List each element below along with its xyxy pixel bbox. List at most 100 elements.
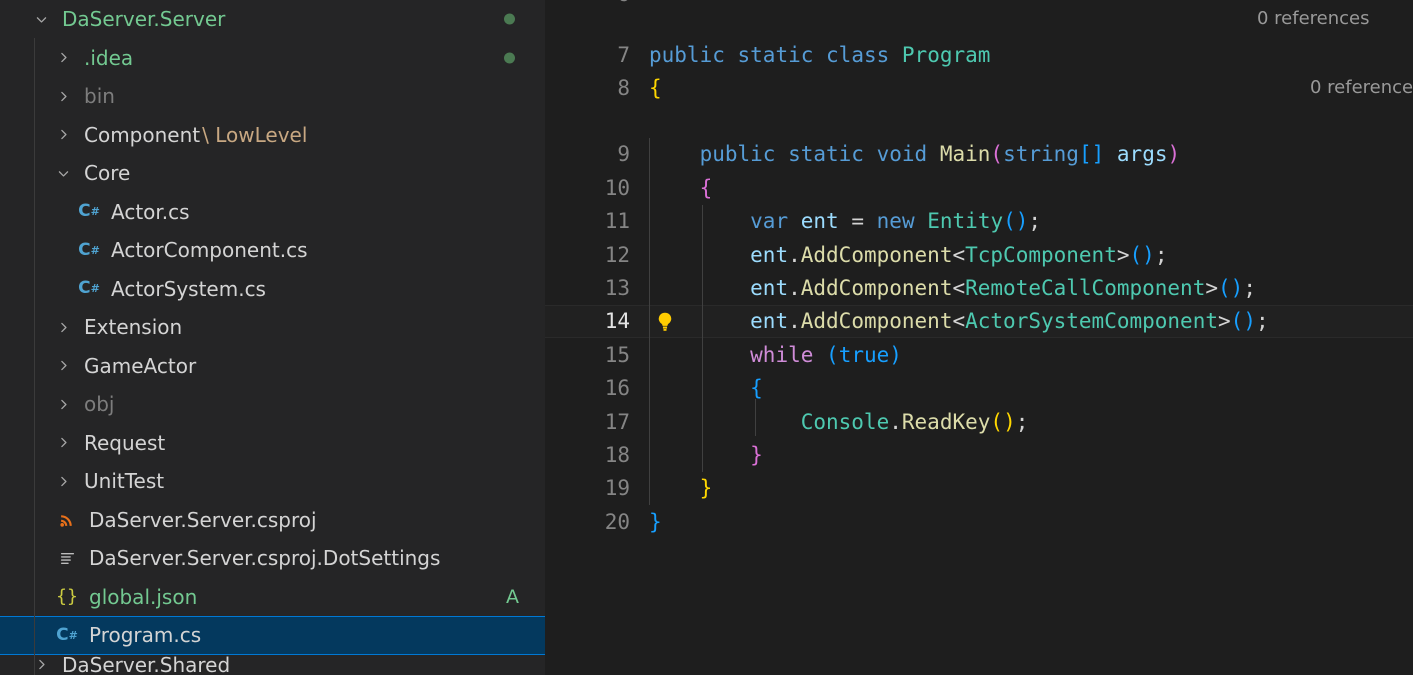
tree-item-core[interactable]: Core — [0, 154, 545, 193]
line-number: 16 — [604, 376, 630, 401]
code-text[interactable]: ent.AddComponent<RemoteCallComponent>(); — [649, 276, 1256, 300]
code-text[interactable]: } — [649, 510, 662, 534]
code-text[interactable]: ent.AddComponent<ActorSystemComponent>()… — [649, 309, 1268, 333]
tree-item-component[interactable]: Component \ LowLevel — [0, 116, 545, 155]
tree-item-daserver-server-csproj-dotsettings[interactable]: DaServer.Server.csproj.DotSettings — [0, 539, 545, 578]
tree-item-label: Request — [84, 430, 166, 455]
codelens-references[interactable]: 0 references — [1257, 8, 1370, 29]
tree-item-idea[interactable]: .idea — [0, 39, 545, 78]
indent-guide — [702, 204, 703, 472]
code-line[interactable]: 16 { — [545, 372, 1413, 405]
tree-item-label: Core — [84, 161, 131, 186]
chevron-right-icon[interactable] — [52, 470, 74, 492]
csharp-file-icon: C # — [78, 239, 100, 260]
code-line[interactable]: 17 Console.ReadKey(); — [545, 405, 1413, 438]
tree-item-extension[interactable]: Extension — [0, 308, 545, 347]
code-line[interactable]: 9 public static void Main(string[] args) — [545, 138, 1413, 171]
tree-item-label: UnitTest — [84, 469, 165, 494]
code-text[interactable]: while (true) — [649, 343, 902, 367]
tree-item-daserver-shared[interactable]: DaServer.Shared — [0, 652, 545, 675]
indent-guide — [649, 137, 650, 506]
code-line[interactable]: 11 var ent = new Entity(); — [545, 205, 1413, 238]
line-number: 19 — [604, 476, 630, 501]
tree-item-label: DaServer.Server.csproj — [89, 507, 317, 532]
tree-item-label: ActorSystem.cs — [111, 276, 266, 301]
csharp-file-icon: C # — [56, 624, 78, 645]
tree-item-label: bin — [84, 84, 115, 109]
git-added-badge: A — [506, 585, 519, 608]
code-editor[interactable]: 0 references 0 references 7 public static c… — [545, 0, 1413, 675]
line-number-partial: 6 — [545, 0, 630, 6]
tree-item-label: DaServer.Server.csproj.DotSettings — [89, 546, 441, 571]
tree-item-label: Component — [84, 122, 201, 147]
code-text[interactable]: { — [649, 376, 763, 400]
tree-item-bin[interactable]: bin — [0, 77, 545, 116]
tree-indent-guide — [34, 38, 35, 675]
lightbulb-quickfix-icon[interactable] — [654, 311, 676, 333]
code-line[interactable]: 13 ent.AddComponent<RemoteCallComponent>… — [545, 271, 1413, 304]
dotsettings-file-icon — [55, 550, 79, 567]
line-number: 17 — [604, 409, 630, 434]
code-text[interactable]: ent.AddComponent<TcpComponent>(); — [649, 243, 1167, 267]
code-text[interactable]: var ent = new Entity(); — [649, 209, 1041, 233]
code-line[interactable]: 10 { — [545, 171, 1413, 204]
chevron-right-icon[interactable] — [52, 124, 74, 146]
indent-guide — [755, 399, 756, 437]
tree-item-label: Actor.cs — [111, 199, 190, 224]
tree-item-global-json[interactable]: {} global.json A — [0, 578, 545, 617]
csproj-file-icon — [55, 511, 79, 528]
line-number: 8 — [617, 76, 630, 101]
tree-item-label: Program.cs — [89, 623, 202, 648]
code-text[interactable]: Console.ReadKey(); — [649, 410, 1029, 434]
file-explorer-sidebar[interactable]: DaServer.Server .idea bin Component \ LowLev… — [0, 0, 545, 675]
chevron-right-icon[interactable] — [52, 85, 74, 107]
code-line[interactable]: 20} — [545, 505, 1413, 538]
tree-item-daserver-server-csproj[interactable]: DaServer.Server.csproj — [0, 501, 545, 540]
chevron-down-icon[interactable] — [30, 8, 52, 30]
tree-item-actor-cs[interactable]: C # Actor.cs — [0, 193, 545, 232]
csharp-file-icon: C # — [78, 278, 100, 299]
tree-item-daserver-server[interactable]: DaServer.Server — [0, 0, 545, 39]
tree-item-gameactor[interactable]: GameActor — [0, 347, 545, 386]
chevron-right-icon[interactable] — [52, 316, 74, 338]
code-text[interactable]: { — [649, 76, 662, 100]
chevron-right-icon[interactable] — [52, 393, 74, 415]
tree-item-label: obj — [84, 392, 115, 417]
git-status-dot-icon — [504, 52, 515, 64]
line-number: 12 — [604, 242, 630, 267]
line-number: 14 — [604, 309, 630, 334]
tree-item-actorcomponent-cs[interactable]: C # ActorComponent.cs — [0, 231, 545, 270]
tree-item-label: global.json — [89, 584, 198, 609]
code-line[interactable]: 12 ent.AddComponent<TcpComponent>(); — [545, 238, 1413, 271]
code-line[interactable]: 18 } — [545, 438, 1413, 471]
tree-item-label: .idea — [84, 45, 134, 70]
tree-item-label: DaServer.Shared — [62, 652, 231, 675]
chevron-right-icon[interactable] — [52, 432, 74, 454]
tree-item-obj[interactable]: obj — [0, 385, 545, 424]
chevron-right-icon[interactable] — [52, 47, 74, 69]
code-text[interactable]: public static class Program — [649, 43, 990, 67]
tree-item-request[interactable]: Request — [0, 424, 545, 463]
tree-item-label-suffix: \ LowLevel — [202, 122, 308, 147]
code-text[interactable]: public static void Main(string[] args) — [649, 142, 1181, 166]
tree-item-actorsystem-cs[interactable]: C # ActorSystem.cs — [0, 270, 545, 309]
code-text[interactable]: } — [649, 476, 713, 500]
code-line[interactable]: 7 public static class Program — [545, 38, 1413, 71]
code-text[interactable]: } — [649, 443, 763, 467]
line-number: 10 — [604, 175, 630, 200]
csharp-file-icon: C # — [78, 201, 100, 222]
code-line[interactable]: 8{ — [545, 71, 1413, 104]
tree-item-label: ActorComponent.cs — [111, 238, 308, 263]
line-number: 7 — [617, 42, 630, 67]
code-line[interactable]: 15 while (true) — [545, 338, 1413, 371]
code-text[interactable]: { — [649, 176, 713, 200]
line-number: 18 — [604, 443, 630, 468]
chevron-down-icon[interactable] — [52, 162, 74, 184]
tree-item-program-cs[interactable]: C # Program.cs — [0, 616, 545, 655]
code-line[interactable]: 19 } — [545, 472, 1413, 505]
tree-item-label: GameActor — [84, 353, 197, 378]
tree-item-unittest[interactable]: UnitTest — [0, 462, 545, 501]
tree-item-label: DaServer.Server — [62, 7, 226, 32]
line-number: 9 — [617, 142, 630, 167]
chevron-right-icon[interactable] — [52, 355, 74, 377]
